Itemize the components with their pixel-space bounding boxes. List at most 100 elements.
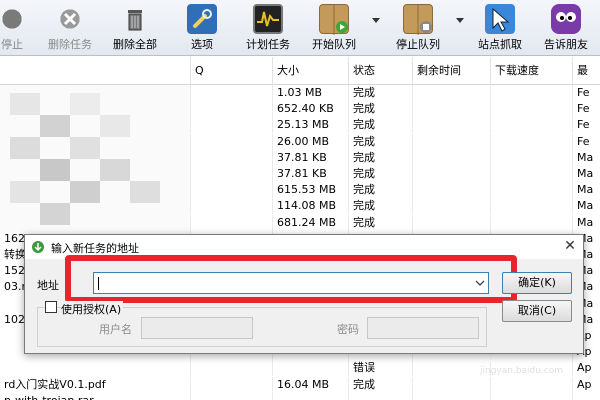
cell-q bbox=[190, 166, 272, 182]
cell-speed bbox=[490, 214, 572, 231]
stop-queue-dropdown-icon[interactable] bbox=[456, 18, 464, 23]
cell-size bbox=[272, 392, 348, 400]
cell-q bbox=[190, 117, 272, 134]
cell-date: Ap bbox=[572, 360, 600, 377]
cell-remaining bbox=[412, 376, 490, 393]
cell-speed bbox=[490, 392, 572, 400]
column-header-speed[interactable]: 下载速度 bbox=[490, 57, 572, 85]
cell-size: 681.24 MB bbox=[272, 214, 348, 231]
cell-name bbox=[0, 166, 190, 182]
tell-friend-button[interactable]: 告诉朋友 bbox=[536, 0, 596, 56]
cell-date: Fe bbox=[572, 133, 600, 150]
table-row[interactable]: 652.40 KB 完成 Fe bbox=[0, 101, 600, 118]
column-header-q[interactable]: Q bbox=[190, 57, 272, 85]
ok-button[interactable]: 确定(K) bbox=[502, 272, 572, 294]
cell-q bbox=[190, 182, 272, 199]
cell-date: Ma bbox=[572, 149, 600, 166]
cursor-grab-icon bbox=[485, 4, 515, 34]
cell-size bbox=[272, 360, 348, 377]
cell-remaining bbox=[412, 85, 490, 101]
address-label: 地址 bbox=[37, 279, 59, 292]
cell-status: 完成 bbox=[348, 166, 412, 182]
cell-remaining bbox=[412, 149, 490, 166]
cell-date: Fe bbox=[572, 117, 600, 134]
cell-size: 37.81 KB bbox=[272, 149, 348, 166]
cell-speed bbox=[490, 166, 572, 182]
cell-size: 114.08 MB bbox=[272, 198, 348, 215]
cell-name bbox=[0, 182, 190, 198]
cell-speed bbox=[490, 182, 572, 199]
table-row[interactable]: rd入门实战V0.1.pdf 16.04 MB 完成 Ap bbox=[0, 376, 600, 393]
main-toolbar: 停止 删除任务 删除全部 选项 计划任务 开始队列 停止队列 站点抓取 告诉朋友 bbox=[0, 0, 600, 56]
cancel-button[interactable]: 取消(C) bbox=[502, 300, 572, 322]
table-row[interactable]: 114.08 MB 完成 Ma bbox=[0, 198, 600, 215]
cell-speed bbox=[490, 376, 572, 393]
scheduler-button[interactable]: 计划任务 bbox=[236, 0, 300, 56]
cell-remaining bbox=[412, 214, 490, 231]
cell-status: 完成 bbox=[348, 117, 412, 134]
cell-remaining bbox=[412, 182, 490, 199]
box-stop-icon bbox=[403, 4, 433, 35]
use-auth-checkbox[interactable] bbox=[45, 301, 57, 313]
cell-date: Ap bbox=[572, 376, 600, 393]
cell-name bbox=[0, 101, 190, 117]
cell-status: 完成 bbox=[348, 182, 412, 199]
use-auth-label: 使用授权(A) bbox=[61, 301, 124, 317]
cell-remaining bbox=[412, 101, 490, 118]
delete-x-icon bbox=[55, 4, 85, 34]
delete-task-button[interactable]: 删除任务 bbox=[42, 0, 98, 56]
column-header-remaining[interactable]: 剩余时间 bbox=[412, 57, 490, 85]
friend-face-icon bbox=[551, 4, 581, 34]
column-header-size[interactable]: 大小 bbox=[272, 57, 348, 85]
cell-status: 错误 bbox=[348, 360, 412, 377]
cell-q bbox=[190, 214, 272, 231]
cell-date: Fe bbox=[572, 101, 600, 118]
cell-name: n-with-trojan.rar bbox=[0, 393, 190, 400]
table-row[interactable]: 25.13 MB 完成 Fe bbox=[0, 117, 600, 134]
cell-q bbox=[190, 392, 272, 400]
cell-size: 37.81 KB bbox=[272, 166, 348, 182]
cell-name bbox=[0, 360, 190, 376]
cell-date: Ma bbox=[572, 198, 600, 215]
cell-q bbox=[190, 376, 272, 393]
close-icon[interactable]: ✕ bbox=[561, 237, 579, 255]
table-row[interactable]: 615.53 MB 完成 Ma bbox=[0, 182, 600, 199]
site-grabber-button[interactable]: 站点抓取 bbox=[472, 0, 528, 56]
table-row[interactable]: 1.03 MB 完成 Fe bbox=[0, 85, 600, 101]
cell-speed bbox=[490, 101, 572, 118]
cell-q bbox=[190, 198, 272, 215]
cell-size: 16.04 MB bbox=[272, 376, 348, 393]
cell-size: 652.40 KB bbox=[272, 101, 348, 118]
table-row[interactable]: 37.81 KB 完成 Ma bbox=[0, 149, 600, 166]
delete-all-button[interactable]: 删除全部 bbox=[106, 0, 164, 56]
stop-button[interactable]: 停止 bbox=[0, 0, 32, 56]
cell-name bbox=[0, 134, 190, 150]
username-field[interactable] bbox=[141, 317, 253, 339]
cell-date bbox=[572, 392, 600, 400]
new-task-dialog: 输入新任务的地址 ✕ 地址 确定(K) 取消(C) 使用授权(A) 用户名 密码 bbox=[24, 234, 584, 354]
table-row[interactable]: n-with-trojan.rar bbox=[0, 392, 600, 400]
cell-q bbox=[190, 360, 272, 377]
password-field[interactable] bbox=[367, 317, 479, 339]
table-header: Q 大小 状态 剩余时间 下载速度 最 bbox=[0, 57, 600, 85]
cell-q bbox=[190, 133, 272, 150]
cell-status: 完成 bbox=[348, 376, 412, 393]
start-queue-dropdown-icon[interactable] bbox=[372, 18, 380, 23]
download-app-icon bbox=[31, 240, 46, 254]
column-header-status[interactable]: 状态 bbox=[348, 57, 412, 85]
cell-q bbox=[190, 101, 272, 118]
trash-icon bbox=[120, 4, 150, 34]
table-row[interactable]: 26.00 MB 完成 Fe bbox=[0, 133, 600, 150]
cell-name bbox=[0, 150, 190, 166]
stop-queue-button[interactable]: 停止队列 bbox=[390, 0, 446, 56]
start-queue-button[interactable]: 开始队列 bbox=[306, 0, 362, 56]
column-header-last[interactable]: 最 bbox=[572, 57, 600, 85]
cell-q bbox=[190, 85, 272, 101]
cell-status: 完成 bbox=[348, 214, 412, 231]
table-row[interactable]: 37.81 KB 完成 Ma bbox=[0, 166, 600, 182]
username-label: 用户名 bbox=[99, 323, 132, 336]
options-button[interactable]: 选项 bbox=[180, 0, 224, 56]
table-row[interactable]: 681.24 MB 完成 Ma bbox=[0, 214, 600, 231]
cell-status: 完成 bbox=[348, 149, 412, 166]
cell-speed bbox=[490, 85, 572, 101]
